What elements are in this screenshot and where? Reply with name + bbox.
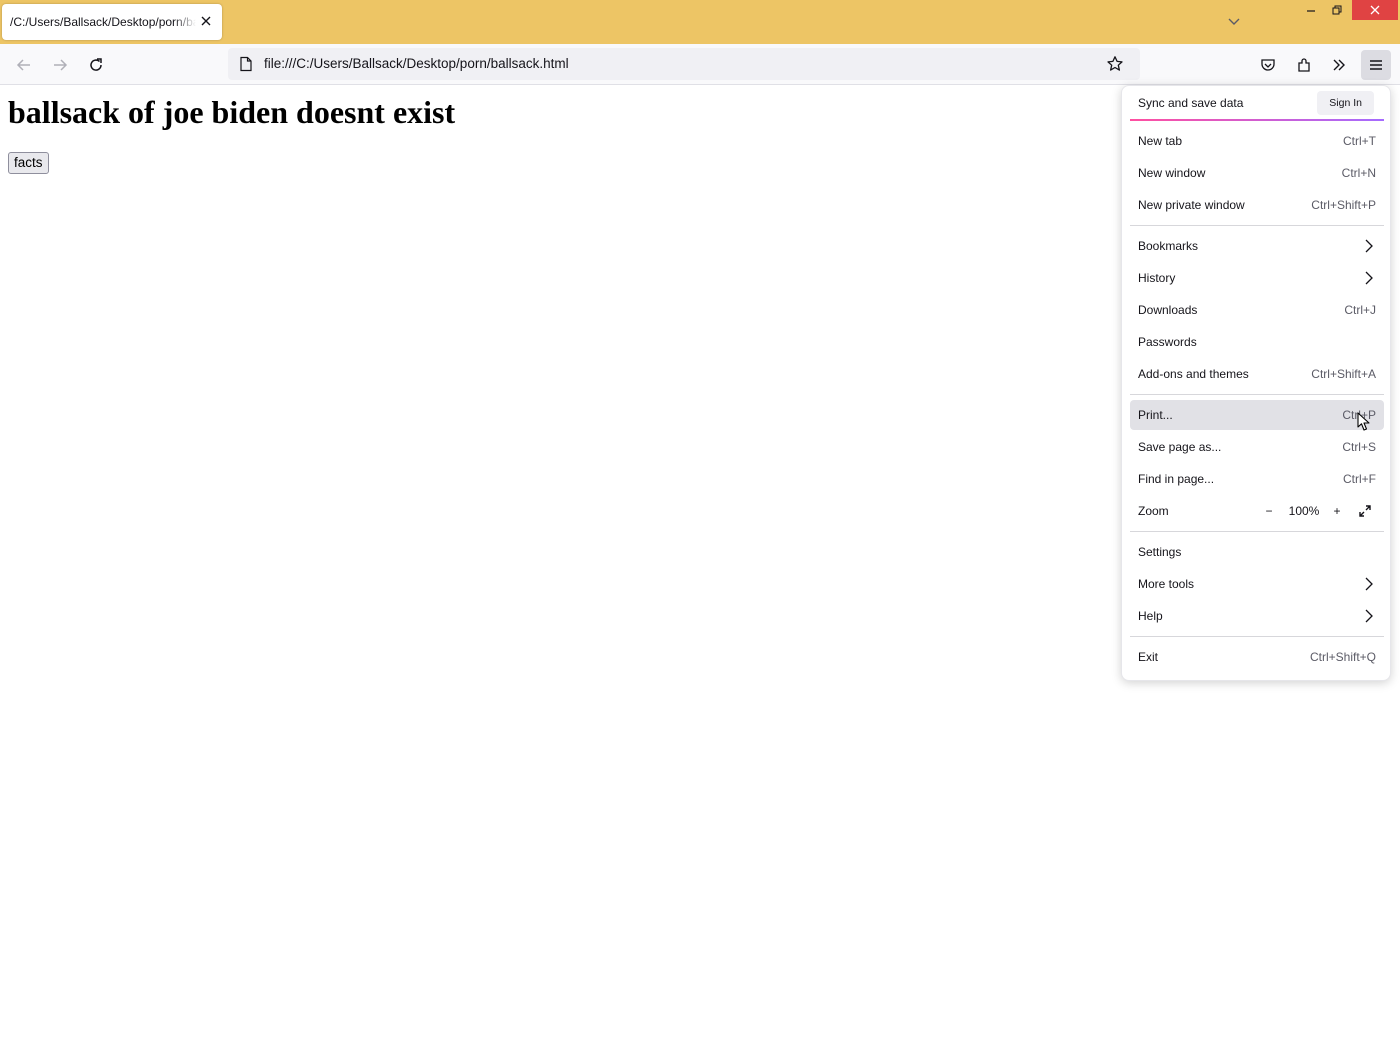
- sign-in-button[interactable]: Sign In: [1317, 91, 1374, 115]
- menu-item-label: More tools: [1138, 577, 1195, 591]
- menu-item-shortcut: Ctrl+F: [1343, 472, 1376, 486]
- fullscreen-icon[interactable]: [1354, 501, 1376, 521]
- menu-item-label: Print...: [1138, 408, 1173, 422]
- chevron-right-icon: [1364, 239, 1374, 253]
- chevron-right-icon: [1364, 577, 1374, 591]
- overflow-chevrons-icon[interactable]: [1324, 50, 1354, 80]
- title-bar: /C:/Users/Ballsack/Desktop/porn/ballsack…: [0, 0, 1400, 44]
- menu-divider: [1130, 225, 1384, 226]
- menu-item-zoom: Zoom − 100% +: [1130, 496, 1384, 526]
- sync-label: Sync and save data: [1138, 96, 1244, 110]
- menu-item-new-tab[interactable]: New tab Ctrl+T: [1130, 126, 1384, 156]
- menu-item-label: Settings: [1138, 545, 1182, 559]
- menu-divider: [1130, 636, 1384, 637]
- menu-item-history[interactable]: History: [1130, 263, 1384, 293]
- page-icon: [238, 56, 254, 72]
- menu-item-label: Downloads: [1138, 303, 1198, 317]
- menu-item-shortcut: Ctrl+T: [1343, 134, 1376, 148]
- menu-item-exit[interactable]: Exit Ctrl+Shift+Q: [1130, 642, 1384, 672]
- star-icon[interactable]: [1106, 55, 1124, 73]
- menu-item-shortcut: Ctrl+Shift+P: [1311, 198, 1376, 212]
- page-heading: ballsack of joe biden doesnt exist: [8, 94, 456, 130]
- menu-item-addons-themes[interactable]: Add-ons and themes Ctrl+Shift+A: [1130, 359, 1384, 389]
- menu-item-shortcut: Ctrl+S: [1342, 440, 1376, 454]
- url-bar[interactable]: file:///C:/Users/Ballsack/Desktop/porn/b…: [228, 48, 1140, 80]
- menu-item-label: Passwords: [1138, 335, 1197, 349]
- menu-item-label: Save page as...: [1138, 440, 1222, 454]
- back-arrow-icon[interactable]: [9, 50, 39, 80]
- app-menu-panel: Sync and save data Sign In New tab Ctrl+…: [1121, 85, 1391, 681]
- menu-item-shortcut: Ctrl+Shift+A: [1311, 367, 1376, 381]
- menu-item-label: History: [1138, 271, 1176, 285]
- menu-item-bookmarks[interactable]: Bookmarks: [1130, 231, 1384, 261]
- menu-divider: [1130, 394, 1384, 395]
- extensions-icon[interactable]: [1289, 50, 1319, 80]
- menu-item-label: New tab: [1138, 134, 1183, 148]
- menu-item-label: Bookmarks: [1138, 239, 1199, 253]
- zoom-out-button[interactable]: −: [1258, 501, 1280, 521]
- close-icon[interactable]: [1352, 0, 1398, 20]
- menu-item-passwords[interactable]: Passwords: [1130, 327, 1384, 357]
- menu-item-settings[interactable]: Settings: [1130, 537, 1384, 567]
- sync-divider: [1130, 119, 1384, 121]
- menu-item-label: Zoom: [1138, 504, 1169, 518]
- zoom-in-button[interactable]: +: [1326, 501, 1348, 521]
- menu-item-label: New window: [1138, 166, 1206, 180]
- sync-row[interactable]: Sync and save data Sign In: [1130, 87, 1384, 119]
- tab-close-icon[interactable]: [198, 13, 214, 29]
- zoom-level[interactable]: 100%: [1284, 501, 1324, 521]
- menu-item-label: Find in page...: [1138, 472, 1215, 486]
- url-text[interactable]: file:///C:/Users/Ballsack/Desktop/porn/b…: [264, 56, 569, 71]
- minimize-icon[interactable]: [1298, 0, 1324, 20]
- menu-item-save-page[interactable]: Save page as... Ctrl+S: [1130, 432, 1384, 462]
- menu-item-help[interactable]: Help: [1130, 601, 1384, 631]
- tab-active[interactable]: /C:/Users/Ballsack/Desktop/porn/ballsack…: [2, 4, 222, 40]
- menu-item-more-tools[interactable]: More tools: [1130, 569, 1384, 599]
- mouse-cursor-icon: [1357, 412, 1371, 432]
- pocket-icon[interactable]: [1253, 50, 1283, 80]
- tab-title: /C:/Users/Ballsack/Desktop/porn/ballsack…: [10, 15, 196, 29]
- chevron-down-icon[interactable]: [1224, 12, 1244, 32]
- menu-item-label: Help: [1138, 609, 1163, 623]
- menu-divider: [1130, 531, 1384, 532]
- menu-item-new-private-window[interactable]: New private window Ctrl+Shift+P: [1130, 190, 1384, 220]
- menu-item-shortcut: Ctrl+N: [1341, 166, 1376, 180]
- restore-icon[interactable]: [1324, 0, 1350, 20]
- navigation-toolbar: file:///C:/Users/Ballsack/Desktop/porn/b…: [0, 44, 1400, 85]
- menu-item-shortcut: Ctrl+Shift+Q: [1309, 650, 1376, 664]
- menu-item-label: Add-ons and themes: [1138, 367, 1249, 381]
- menu-item-print[interactable]: Print... Ctrl+P: [1130, 400, 1384, 430]
- chevron-right-icon: [1364, 271, 1374, 285]
- facts-button[interactable]: facts: [8, 152, 49, 174]
- chevron-right-icon: [1364, 609, 1374, 623]
- reload-icon[interactable]: [81, 50, 111, 80]
- forward-arrow-icon[interactable]: [45, 50, 75, 80]
- menu-item-new-window[interactable]: New window Ctrl+N: [1130, 158, 1384, 188]
- menu-item-downloads[interactable]: Downloads Ctrl+J: [1130, 295, 1384, 325]
- menu-item-find-in-page[interactable]: Find in page... Ctrl+F: [1130, 464, 1384, 494]
- menu-item-label: New private window: [1138, 198, 1245, 212]
- menu-item-shortcut: Ctrl+J: [1344, 303, 1376, 317]
- menu-item-label: Exit: [1138, 650, 1159, 664]
- hamburger-menu-icon[interactable]: [1361, 50, 1391, 80]
